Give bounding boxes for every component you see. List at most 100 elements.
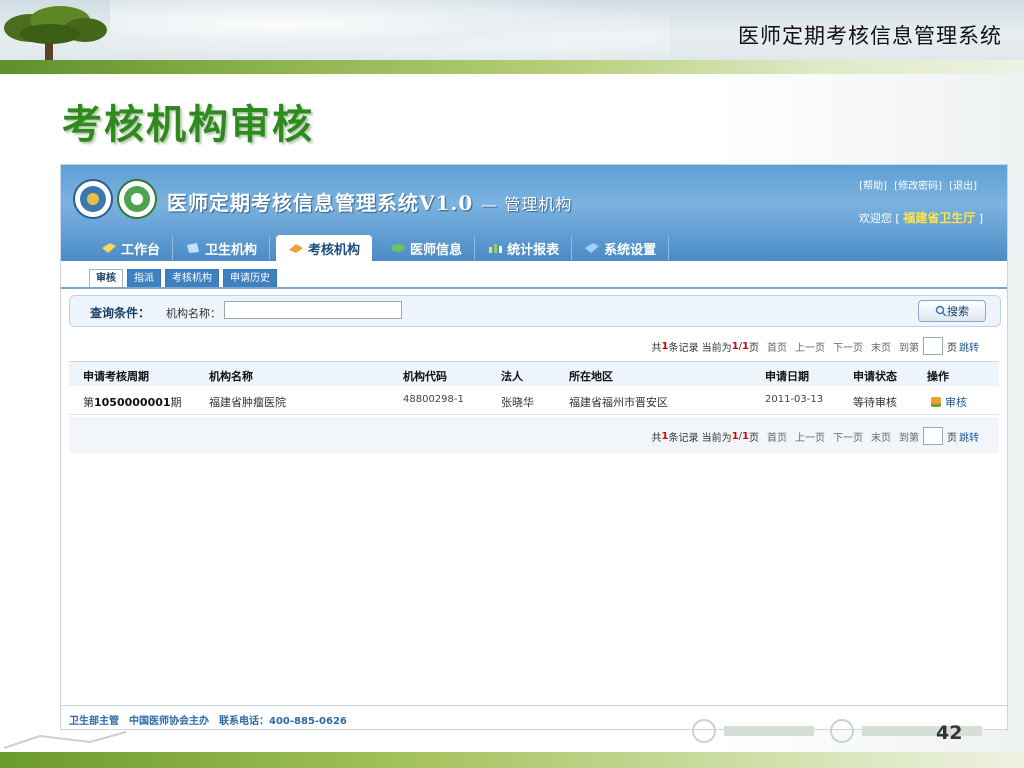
help-link[interactable]: [帮助]: [859, 181, 887, 192]
pager-top: 共 1 条记录 当前为 1 / 1 页 首页 上一页 下一页 末页 到第 页 跳…: [652, 337, 979, 355]
nav-item-institution[interactable]: 卫生机构: [173, 236, 271, 260]
welcome-prefix: 欢迎您 [: [858, 212, 900, 225]
pager-current: 1: [731, 340, 739, 352]
pager-prev-link[interactable]: 上一页: [795, 429, 825, 444]
query-label: 查询条件：: [90, 306, 151, 320]
nav-item-report[interactable]: 统计报表: [475, 236, 573, 260]
tree-decoration-icon: [4, 6, 107, 60]
search-button-label: 搜索: [947, 305, 969, 318]
page-number: 42: [936, 722, 963, 744]
query-panel: 查询条件： 机构名称： 搜索: [69, 295, 1001, 327]
pager-next-link[interactable]: 下一页: [833, 429, 863, 444]
nav-label: 考核机构: [308, 242, 361, 258]
col-period: 申请考核周期: [83, 370, 149, 383]
nav-label: 卫生机构: [205, 242, 258, 258]
welcome-text: 欢迎您 [ 福建省卫生厅 ]: [859, 209, 983, 226]
nav-item-doctor-info[interactable]: 医师信息: [378, 236, 476, 260]
col-legal: 法人: [501, 370, 523, 383]
pager-jump-link[interactable]: 跳转: [959, 339, 979, 354]
review-icon: [931, 397, 941, 407]
pager-goto-label: 到第: [899, 342, 919, 354]
cell-legal: 张晓华: [501, 396, 534, 409]
nav-label: 统计报表: [507, 242, 560, 258]
pager-page-unit: 页: [749, 432, 759, 444]
cell-period-suffix: 期: [170, 396, 182, 409]
pager-page-suffix: 页: [947, 342, 957, 354]
assessment-icon: [289, 244, 304, 253]
pager-count-suffix: 条记录 当前为: [668, 432, 732, 444]
subtab-review[interactable]: 审核: [89, 269, 123, 289]
table-header: 申请考核周期 机构名称 机构代码 法人 所在地区 申请日期 申请状态 操作: [69, 361, 999, 387]
pager-jump-link[interactable]: 跳转: [959, 429, 979, 444]
report-icon: [489, 244, 503, 253]
col-region: 所在地区: [569, 370, 613, 383]
subtab-application-history[interactable]: 申请历史: [223, 269, 277, 289]
slide-green-band: [0, 60, 1024, 74]
pager-count: 1: [661, 340, 669, 352]
nav-label: 系统设置: [604, 242, 657, 258]
pager-page-suffix: 页: [947, 432, 957, 444]
change-password-link[interactable]: [修改密码]: [894, 181, 942, 192]
pager-page-input[interactable]: [923, 427, 943, 445]
pager-prev-link[interactable]: 上一页: [795, 339, 825, 354]
pager-first-link[interactable]: 首页: [767, 429, 787, 444]
col-date: 申请日期: [765, 370, 809, 383]
col-name: 机构名称: [209, 370, 253, 383]
nav-label: 医师信息: [410, 242, 463, 258]
cell-name: 福建省肿瘤医院: [209, 396, 286, 409]
pager-page-input[interactable]: [923, 337, 943, 355]
app-footer-text: 卫生部主管 中国医师协会主办 联系电话：400-885-0626: [69, 716, 347, 727]
pager-count: 1: [661, 430, 669, 442]
col-action: 操作: [927, 370, 949, 383]
nav-item-workbench[interactable]: 工作台: [89, 236, 174, 260]
bottom-left-decoration-icon: [3, 731, 127, 749]
welcome-org: 福建省卫生厅: [903, 211, 976, 225]
cell-period-number: 1050000001: [94, 396, 171, 409]
app-title-main: 医师定期考核信息管理系统V1.0: [167, 191, 474, 215]
slide-header-title: 医师定期考核信息管理系统: [738, 24, 1002, 48]
cell-date: 2011-03-13: [765, 394, 824, 405]
institution-name-input[interactable]: [224, 301, 402, 319]
pager-last-link[interactable]: 末页: [871, 429, 891, 444]
subtab-assessment-institution[interactable]: 考核机构: [165, 269, 219, 289]
main-nav: 工作台 卫生机构 考核机构 医师信息 统计报表 系统设置: [89, 235, 670, 261]
institution-name-label: 机构名称：: [166, 307, 221, 320]
subtab-bar: 审核 指派 考核机构 申请历史: [89, 269, 281, 289]
pager-page-unit: 页: [749, 342, 759, 354]
slide-bottom-band: [0, 752, 1024, 768]
app-header: 医师定期考核信息管理系统V1.0 — 管理机构 [帮助] [修改密码] [退出]…: [61, 165, 1007, 261]
review-action-link[interactable]: 审核: [931, 394, 967, 410]
pager-goto-label: 到第: [899, 432, 919, 444]
app-title-suffix: — 管理机构: [481, 195, 573, 214]
pager-last-link[interactable]: 末页: [871, 339, 891, 354]
emblem-logos-icon: [73, 179, 157, 219]
workbench-icon: [102, 243, 116, 253]
pager-total: 1: [742, 340, 749, 352]
top-links: [帮助] [修改密码] [退出]: [855, 177, 977, 192]
pager-current: 1: [731, 430, 739, 442]
nav-item-settings[interactable]: 系统设置: [572, 236, 670, 260]
cell-period: 第1050000001期: [83, 394, 182, 410]
app-window: 医师定期考核信息管理系统V1.0 — 管理机构 [帮助] [修改密码] [退出]…: [60, 164, 1008, 730]
pager-next-link[interactable]: 下一页: [833, 339, 863, 354]
nav-item-assessment[interactable]: 考核机构: [276, 235, 373, 261]
cell-status: 等待审核: [853, 396, 897, 409]
col-code: 机构代码: [403, 370, 447, 383]
cell-code: 48800298-1: [403, 394, 464, 405]
table-row: 第1050000001期 福建省肿瘤医院 48800298-1 张晓华 福建省福…: [69, 386, 999, 415]
pager-prefix: 共: [651, 342, 662, 354]
header-clouds-decoration: [110, 0, 670, 60]
slide-title: 考核机构审核: [62, 102, 314, 148]
doctor-icon: [391, 244, 406, 252]
pager-count-suffix: 条记录 当前为: [668, 342, 732, 354]
logout-link[interactable]: [退出]: [949, 181, 977, 192]
subtab-assign[interactable]: 指派: [127, 269, 161, 289]
search-button[interactable]: 搜索: [918, 300, 986, 322]
settings-icon: [585, 243, 600, 253]
col-status: 申请状态: [853, 370, 897, 383]
nav-label: 工作台: [121, 242, 161, 258]
app-title: 医师定期考核信息管理系统V1.0 — 管理机构: [167, 187, 572, 216]
pager-first-link[interactable]: 首页: [767, 339, 787, 354]
institution-icon: [187, 243, 200, 253]
tab-underline: [61, 287, 1007, 289]
